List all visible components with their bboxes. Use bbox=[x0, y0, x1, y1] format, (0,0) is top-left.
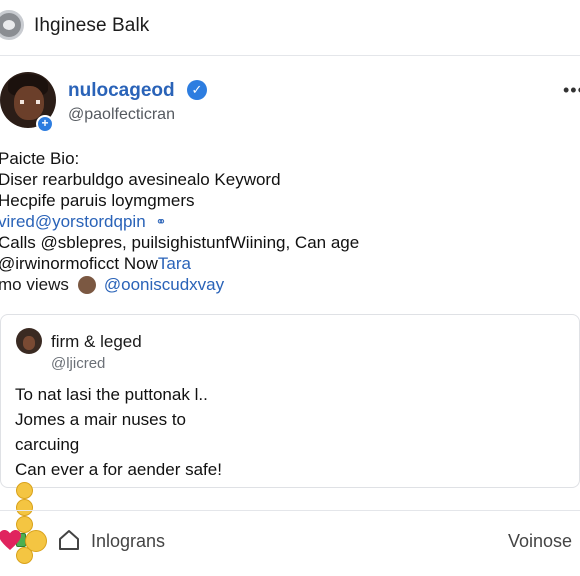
quote-author-name[interactable]: firm & leged bbox=[51, 332, 142, 352]
quoted-post-card[interactable]: firm & leged @ljicred To nat lasi the pu… bbox=[0, 314, 580, 564]
home-icon[interactable] bbox=[58, 529, 80, 551]
verified-check-icon: ✓ bbox=[187, 80, 207, 100]
profile-name[interactable]: nulocageod bbox=[68, 80, 175, 102]
add-badge-icon[interactable]: + bbox=[36, 115, 54, 133]
reaction-face-icon[interactable] bbox=[25, 530, 47, 552]
profile-bio: Paicte Bio: Diser rearbuldgo avesinealo … bbox=[0, 148, 359, 274]
quote-line: Can ever a for aender safe! bbox=[15, 460, 222, 479]
mini-avatar bbox=[77, 276, 96, 294]
bio-line: Hecpife paruis loymgmers bbox=[0, 191, 195, 210]
views-row: mo views @ooniscudxvay bbox=[0, 274, 224, 296]
top-bar: Ihginese Balk bbox=[0, 0, 580, 56]
bio-calls-line: Calls @sblepres, puilsighistunfWiining, … bbox=[0, 233, 360, 252]
bio-now-text: @irwinormoficct Now bbox=[0, 254, 158, 273]
action-right-label[interactable]: Voinose bbox=[508, 531, 572, 552]
views-count: mo views bbox=[0, 275, 69, 294]
quote-line: Jomes a mair nuses to bbox=[15, 410, 187, 429]
page-title: Ihginese Balk bbox=[34, 15, 150, 36]
more-options-icon[interactable]: ••• bbox=[563, 80, 580, 101]
quote-author-handle[interactable]: @ljicred bbox=[51, 355, 105, 372]
app-logo-icon[interactable] bbox=[0, 10, 24, 40]
quote-line: carcuing bbox=[15, 435, 80, 454]
bio-now-link[interactable]: Tara bbox=[158, 253, 191, 274]
link-icon: ⚭ bbox=[155, 214, 167, 229]
heart-icon[interactable] bbox=[0, 529, 22, 551]
avatar-eyes bbox=[20, 100, 40, 104]
bio-line: Diser rearbuldgo avesinealo Keyword bbox=[0, 170, 281, 189]
quote-avatar[interactable] bbox=[16, 328, 42, 354]
action-label[interactable]: Inlograns bbox=[91, 531, 165, 552]
emoji-icon bbox=[16, 482, 33, 499]
action-bar: Inlograns Voinose bbox=[0, 510, 580, 570]
profile-handle[interactable]: @paolfecticran bbox=[68, 106, 175, 124]
bio-link-row: vired@yorstordqpin ⚭ bbox=[0, 211, 359, 232]
bio-now-row: @irwinormoficct Now Tara bbox=[0, 253, 359, 274]
views-link[interactable]: @ooniscudxvay bbox=[104, 275, 224, 295]
bio-heading: Paicte Bio: bbox=[0, 149, 80, 168]
bio-email-link[interactable]: vired@yorstordqpin bbox=[0, 211, 146, 232]
quote-line: To nat lasi the puttonak l.. bbox=[15, 385, 208, 404]
